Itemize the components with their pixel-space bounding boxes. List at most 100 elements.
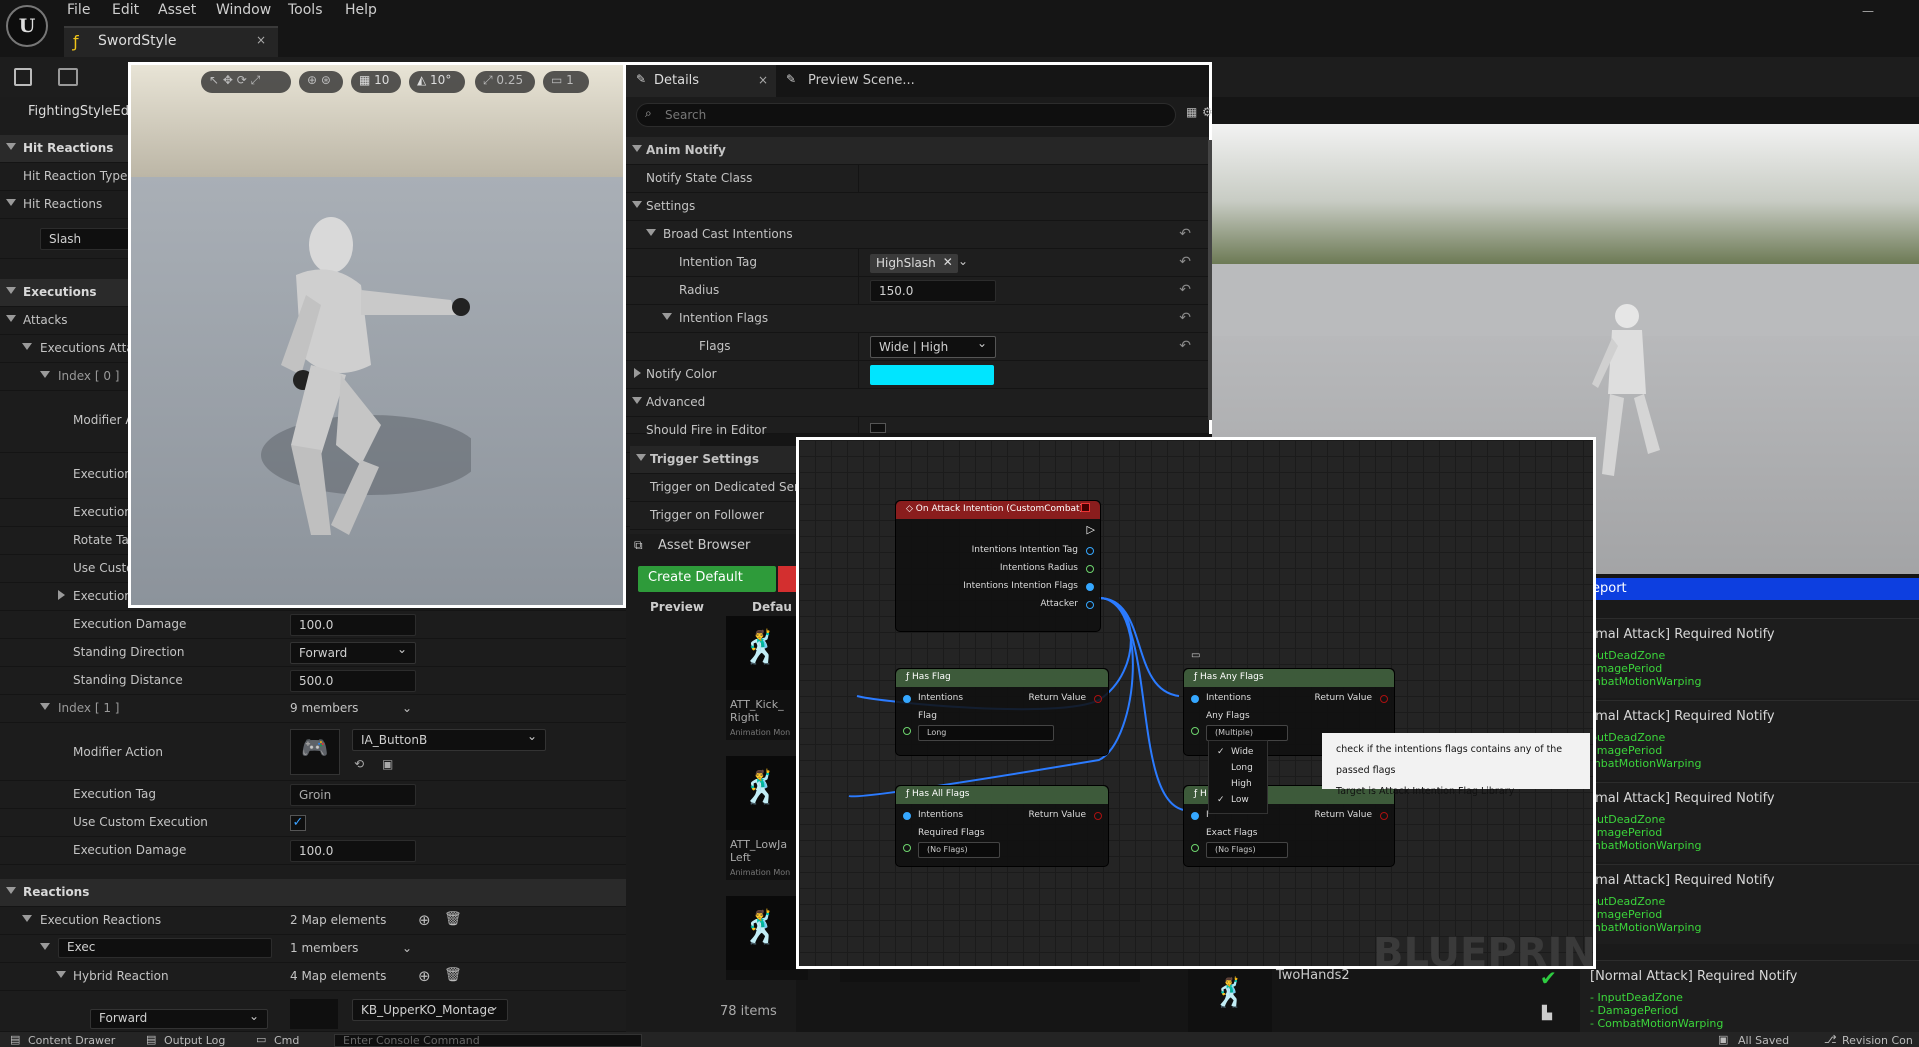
search-input[interactable]: ⌕ Search bbox=[636, 103, 1176, 127]
input-pin[interactable] bbox=[903, 844, 911, 852]
log-entry[interactable]: rmal Attack] Required Notify putDeadZone a… bbox=[1580, 864, 1919, 944]
asset-tab[interactable]: ƒ SwordStyle × bbox=[64, 26, 278, 57]
exec-key-field[interactable]: Exec bbox=[58, 938, 272, 958]
flags-dropdown-menu[interactable]: ✓ Wide Long High ✓ Low bbox=[1208, 740, 1268, 814]
section-anim-notify[interactable]: Anim Notify bbox=[626, 137, 1209, 165]
input-pin[interactable] bbox=[903, 727, 911, 735]
input-pin[interactable] bbox=[903, 812, 911, 820]
output-pin[interactable] bbox=[1380, 695, 1388, 703]
menu-item-long[interactable]: Long bbox=[1231, 763, 1253, 773]
standing-direction-dropdown[interactable]: Forward bbox=[290, 642, 416, 664]
scale-snap[interactable]: ⤢ 0.25 bbox=[475, 71, 535, 93]
unreal-logo-icon[interactable]: U bbox=[6, 5, 48, 47]
reset-icon[interactable]: ↶ bbox=[1179, 254, 1191, 270]
save-icon[interactable] bbox=[14, 68, 32, 86]
execution-reactions-row[interactable]: Execution Reactions2 Map elements⊕🗑↶ bbox=[0, 907, 700, 935]
standing-distance-field[interactable]: 500.0 bbox=[290, 670, 416, 692]
table-view-icon[interactable]: ▦ bbox=[1186, 105, 1197, 119]
cmd-dropdown[interactable]: Cmd bbox=[274, 1034, 299, 1047]
menu-item-low[interactable]: Low bbox=[1231, 795, 1249, 805]
use-selected-icon[interactable]: ⟲ bbox=[354, 757, 364, 771]
input-pin[interactable] bbox=[1191, 844, 1199, 852]
section-trigger-settings[interactable]: Trigger Settings bbox=[630, 446, 796, 474]
output-pin[interactable] bbox=[1380, 812, 1388, 820]
output-pin[interactable] bbox=[1086, 583, 1094, 591]
tab-details[interactable]: ✎ Details × bbox=[626, 65, 776, 97]
transform-tools[interactable]: ↖ ✥ ⟳ ⤢ bbox=[201, 71, 291, 93]
event-node[interactable]: ◇ On Attack Intention (CustomCombat) ▷ I… bbox=[895, 500, 1101, 632]
log-entry[interactable]: rmal Attack] Required Notify putDeadZone a… bbox=[1580, 782, 1919, 862]
event-delegate-pin[interactable] bbox=[1081, 503, 1090, 512]
input-pin[interactable] bbox=[903, 695, 911, 703]
advanced-row[interactable]: Advanced bbox=[626, 389, 1209, 417]
exact-flags-dropdown[interactable]: (No Flags) bbox=[1206, 842, 1288, 858]
execution-tag-field[interactable]: Groin bbox=[290, 784, 416, 806]
has-all-flags-node[interactable]: ƒ Has All Flags Intentions Return Value … bbox=[895, 785, 1109, 867]
log-entry[interactable]: [Normal Attack] Required Notify - InputDe… bbox=[1580, 960, 1919, 1040]
menu-edit[interactable]: Edit bbox=[112, 2, 139, 18]
preview-column-header[interactable]: Preview bbox=[650, 600, 704, 614]
execution-damage-field-2[interactable]: 100.0 bbox=[290, 840, 416, 862]
remove-tag-icon[interactable]: ✕ bbox=[943, 255, 953, 269]
reset-icon[interactable]: ↶ bbox=[1179, 282, 1191, 298]
menu-help[interactable]: Help bbox=[345, 2, 377, 18]
reset-icon[interactable]: ↶ bbox=[1179, 310, 1191, 326]
blueprint-graph[interactable]: ◇ On Attack Intention (CustomCombat) ▷ I… bbox=[796, 437, 1596, 969]
input-pin[interactable] bbox=[1191, 812, 1199, 820]
all-saved-status[interactable]: All Saved bbox=[1738, 1034, 1789, 1047]
log-entry[interactable]: rmal Attack] Required Notify putDeadZone a… bbox=[1580, 618, 1919, 698]
close-tab-icon[interactable]: × bbox=[758, 73, 768, 87]
default-column-header[interactable]: Defau bbox=[752, 600, 792, 614]
radius-field[interactable]: 150.0 bbox=[870, 280, 996, 302]
animation-viewport[interactable]: ↖ ✥ ⟳ ⤢ ⊕ ⊛ ▦ 10 ◭ 10° ⤢ 0.25 ▭ 1 bbox=[128, 62, 626, 608]
index1-row[interactable]: Index [ 1 ]9 members⌄↶ bbox=[0, 695, 700, 723]
input-pin[interactable] bbox=[1191, 695, 1199, 703]
settings-row[interactable]: Settings bbox=[626, 193, 1209, 221]
menu-window[interactable]: Window bbox=[216, 2, 271, 18]
execution-damage-field[interactable]: 100.0 bbox=[290, 614, 416, 636]
view-options-icon[interactable]: ⊕ ⊛ bbox=[299, 71, 343, 93]
content-drawer-button[interactable]: Content Drawer bbox=[28, 1034, 115, 1047]
input-pin[interactable] bbox=[1191, 727, 1199, 735]
modifier-action-dropdown[interactable]: IA_ButtonB bbox=[352, 729, 546, 751]
twohands-thumbnail[interactable]: 🕺 bbox=[1188, 968, 1272, 1032]
notify-color-swatch[interactable] bbox=[870, 365, 994, 385]
add-element-icon[interactable]: ⊕ bbox=[418, 911, 431, 929]
forward-dropdown[interactable]: Forward bbox=[90, 1009, 268, 1029]
broadcast-intentions-row[interactable]: Broad Cast Intentions ↶ bbox=[626, 221, 1209, 249]
exec-row[interactable]: Exec1 members⌄↶ bbox=[0, 935, 700, 963]
trash-icon[interactable]: 🗑 bbox=[444, 967, 462, 983]
intention-tag-chip[interactable]: HighSlash ✕ bbox=[870, 254, 958, 273]
use-custom-execution-checkbox[interactable]: ✓ bbox=[290, 815, 306, 831]
menu-item-wide[interactable]: Wide bbox=[1231, 747, 1253, 757]
tab-preview-scene[interactable]: Preview Scene... bbox=[808, 73, 915, 88]
output-pin[interactable] bbox=[1086, 601, 1094, 609]
angle-snap[interactable]: ◭ 10° bbox=[409, 71, 465, 93]
should-fire-checkbox[interactable] bbox=[870, 423, 886, 433]
trash-icon[interactable]: 🗑 bbox=[444, 911, 462, 927]
section-reactions[interactable]: Reactions bbox=[0, 879, 700, 907]
browse-icon[interactable] bbox=[58, 68, 78, 86]
report-header[interactable]: eport bbox=[1580, 578, 1919, 600]
output-pin[interactable] bbox=[1094, 812, 1102, 820]
has-flag-node[interactable]: ƒ Has Flag Intentions Return Value Flag … bbox=[895, 668, 1109, 756]
grid-snap[interactable]: ▦ 10 bbox=[351, 71, 401, 93]
minimize-icon[interactable]: — bbox=[1862, 4, 1874, 18]
menu-asset[interactable]: Asset bbox=[158, 2, 196, 18]
exec-pin-icon[interactable]: ▷ bbox=[1087, 523, 1095, 536]
red-button[interactable] bbox=[778, 566, 796, 592]
menu-tools[interactable]: Tools bbox=[288, 2, 323, 18]
create-default-button[interactable]: Create Default bbox=[638, 566, 776, 592]
console-input[interactable]: Enter Console Command bbox=[334, 1034, 642, 1047]
menu-file[interactable]: File bbox=[67, 2, 90, 18]
tab-fighting-style[interactable]: FightingStyleEdit bbox=[20, 99, 138, 125]
chevron-down-icon[interactable]: ⌄ bbox=[958, 254, 968, 268]
reset-icon[interactable]: ↶ bbox=[1179, 338, 1191, 354]
output-log-button[interactable]: Output Log bbox=[164, 1034, 225, 1047]
required-flags-dropdown[interactable]: (No Flags) bbox=[918, 842, 1000, 858]
flags-dropdown[interactable]: Wide | High bbox=[870, 336, 996, 358]
output-pin[interactable] bbox=[1094, 695, 1102, 703]
any-flags-dropdown[interactable]: (Multiple) bbox=[1206, 725, 1288, 741]
browse-asset-icon[interactable]: ▣ bbox=[382, 757, 393, 771]
close-tab-icon[interactable]: × bbox=[256, 33, 266, 47]
